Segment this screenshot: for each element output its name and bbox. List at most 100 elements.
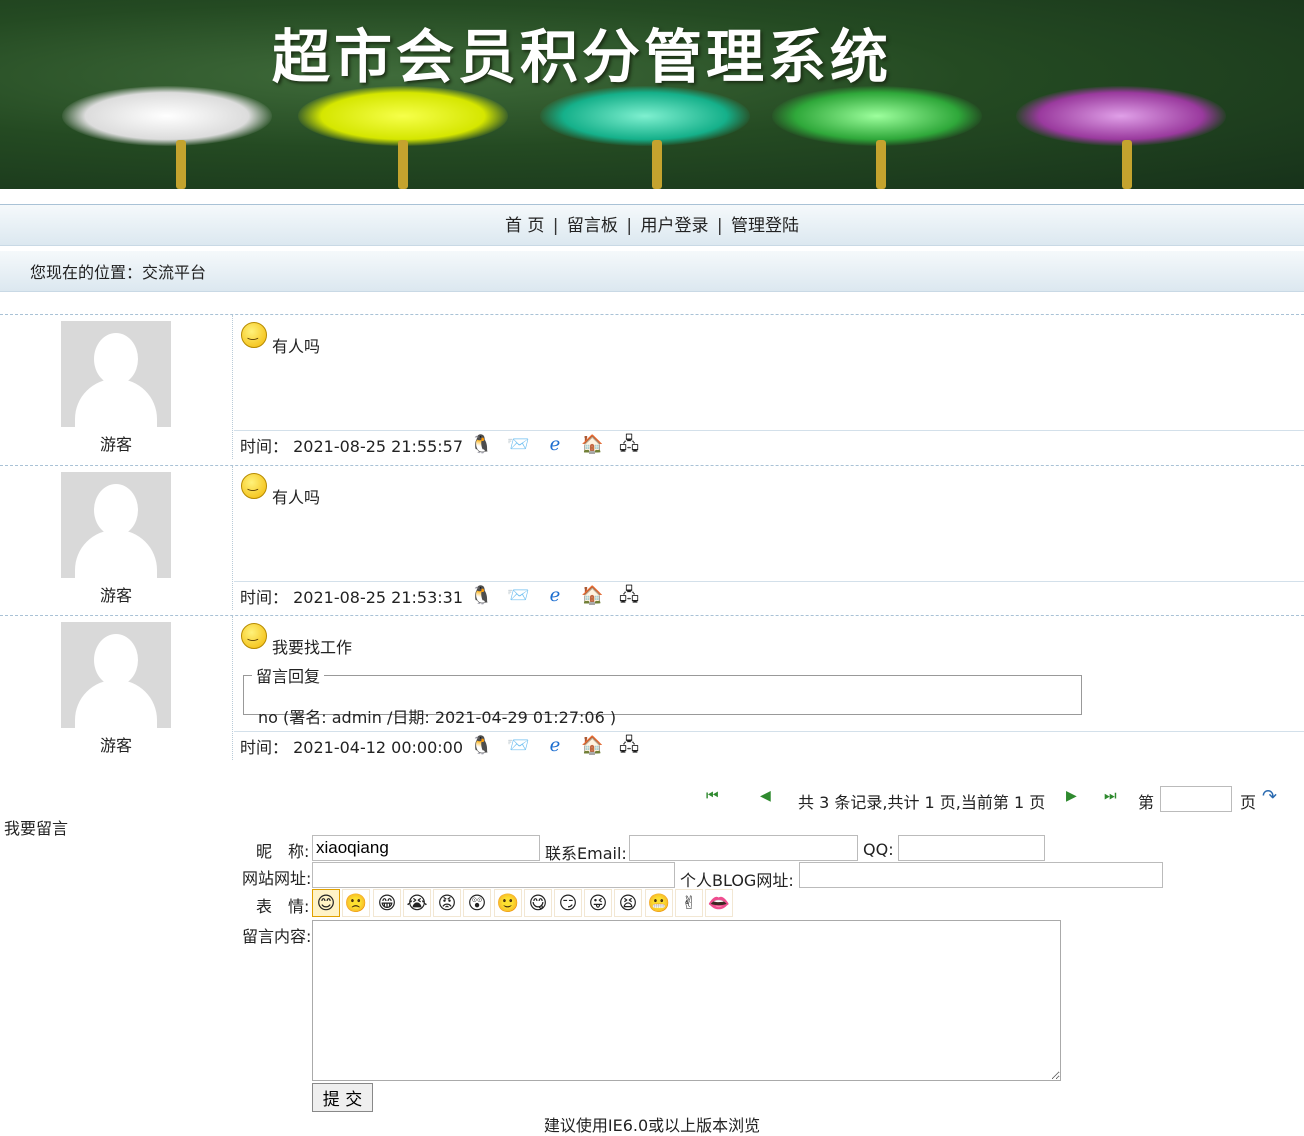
website-input[interactable]	[312, 862, 675, 888]
ie-website-icon[interactable]: ℯ	[544, 585, 566, 607]
breadcrumb: 您现在的位置：交流平台	[0, 251, 1304, 292]
face-wink-icon[interactable]: 😜	[584, 889, 612, 917]
face-yum-icon[interactable]: 😋	[524, 889, 552, 917]
dandelion-yellow-image	[298, 86, 508, 146]
avatar	[61, 321, 171, 427]
stem-image	[652, 140, 662, 189]
network-icon[interactable]: 🖧	[618, 434, 640, 456]
goto-prefix: 第	[1138, 793, 1155, 812]
breadcrumb-text: 您现在的位置：交流平台	[30, 263, 207, 282]
email-input[interactable]	[629, 835, 858, 861]
dandelion-white-image	[62, 86, 272, 146]
page-number-input[interactable]	[1160, 786, 1232, 812]
qq-label: QQ:	[863, 840, 894, 859]
message-author-panel: 游客	[0, 315, 233, 459]
reply-box: 留言回复 no (署名: admin /日期: 2021-04-29 01:27…	[243, 663, 1082, 727]
smile-icon	[241, 623, 267, 649]
qq-input[interactable]	[898, 835, 1045, 861]
nav-separator: |	[552, 216, 559, 236]
home-icon[interactable]: 🏠	[581, 585, 603, 607]
email-icon[interactable]: 📨	[507, 735, 529, 757]
time-label: 时间：	[240, 738, 289, 757]
face-sad-icon[interactable]: 🙁	[342, 889, 370, 917]
face-teeth-icon[interactable]: 😬	[645, 889, 673, 917]
message-content-textarea[interactable]	[312, 920, 1061, 1081]
nav-user-login[interactable]: 用户登录	[640, 216, 708, 236]
time-label: 时间：	[240, 588, 289, 607]
nav-home[interactable]: 首 页	[505, 216, 544, 236]
stem-image	[398, 140, 408, 189]
email-icon[interactable]: 📨	[507, 585, 529, 607]
message-author-panel: 游客	[0, 466, 233, 610]
author-name: 游客	[99, 736, 132, 755]
message-item: 游客 有人吗 时间： 2021-08-25 21:55:57 🐧 📨 ℯ 🏠 🖧	[0, 314, 1304, 459]
reply-text: no (署名: admin /日期: 2021-04-29 01:27:06 )	[258, 708, 617, 727]
face-smile-icon[interactable]: 😊	[312, 889, 340, 917]
victory-hand-icon[interactable]: ✌	[675, 889, 703, 917]
first-page-icon[interactable]: ⏮	[706, 788, 719, 804]
home-icon[interactable]: 🏠	[581, 434, 603, 456]
nickname-label: 昵 称:	[256, 842, 310, 861]
main-nav: 首 页 | 留言板 | 用户登录 | 管理登陆	[0, 204, 1304, 246]
message-time: 2021-08-25 21:55:57	[293, 437, 464, 456]
message-item: 游客 有人吗 时间： 2021-08-25 21:53:31 🐧 📨 ℯ 🏠 🖧	[0, 465, 1304, 610]
leave-message-heading: 我要留言	[4, 819, 69, 838]
prev-page-icon[interactable]: ◀	[760, 788, 771, 804]
content-label: 留言内容:	[242, 927, 312, 946]
face-tired-icon[interactable]: 😫	[614, 889, 642, 917]
network-icon[interactable]: 🖧	[618, 735, 640, 757]
message-footer: 时间： 2021-08-25 21:55:57 🐧 📨 ℯ 🏠 🖧	[234, 430, 1304, 459]
author-name: 游客	[99, 586, 132, 605]
face-grin-icon[interactable]: 😁	[373, 889, 401, 917]
submit-button[interactable]: 提 交	[312, 1083, 373, 1112]
nav-admin-login[interactable]: 管理登陆	[731, 216, 799, 236]
time-label: 时间：	[240, 437, 289, 456]
next-page-icon[interactable]: ▶	[1066, 788, 1077, 804]
message-footer: 时间： 2021-04-12 00:00:00 🐧 📨 ℯ 🏠 🖧	[234, 731, 1304, 760]
dandelion-green-image	[772, 86, 982, 146]
home-icon[interactable]: 🏠	[581, 735, 603, 757]
message-item: 游客 我要找工作 留言回复 no (署名: admin /日期: 2021-04…	[0, 615, 1304, 760]
qq-icon[interactable]: 🐧	[470, 585, 492, 607]
qq-icon[interactable]: 🐧	[470, 735, 492, 757]
blog-input[interactable]	[799, 862, 1163, 888]
face-label: 表 情:	[256, 897, 310, 916]
author-name: 游客	[99, 435, 132, 454]
message-content: 有人吗	[272, 488, 321, 507]
dandelion-teal-image	[540, 86, 750, 146]
website-label: 网站网址:	[242, 869, 312, 888]
ie-website-icon[interactable]: ℯ	[544, 735, 566, 757]
browser-recommendation: 建议使用IE6.0或以上版本浏览	[543, 1116, 761, 1135]
smile-icon	[241, 322, 267, 348]
email-icon[interactable]: 📨	[507, 434, 529, 456]
nickname-input[interactable]	[312, 835, 540, 861]
pager-summary: 共 3 条记录,共计 1 页,当前第 1 页	[798, 793, 1046, 812]
face-angry-icon[interactable]: 😡	[433, 889, 461, 917]
message-time: 2021-08-25 21:53:31	[293, 588, 464, 607]
dandelion-purple-image	[1016, 86, 1226, 146]
qq-icon[interactable]: 🐧	[470, 434, 492, 456]
message-content: 我要找工作	[272, 638, 353, 657]
go-refresh-icon[interactable]: ↷	[1262, 786, 1277, 807]
reply-legend: 留言回复	[256, 667, 321, 686]
ie-website-icon[interactable]: ℯ	[544, 434, 566, 456]
nav-separator: |	[626, 216, 633, 236]
nav-separator: |	[716, 216, 723, 236]
stem-image	[1122, 140, 1132, 189]
avatar	[61, 622, 171, 728]
message-content: 有人吗	[272, 337, 321, 356]
nav-guestbook[interactable]: 留言板	[567, 216, 618, 236]
header-banner: 超市会员积分管理系统	[0, 0, 1304, 189]
lips-icon[interactable]: 👄	[705, 889, 733, 917]
face-smirk-icon[interactable]: 😏	[554, 889, 582, 917]
face-cry-icon[interactable]: 😭	[403, 889, 431, 917]
blog-label: 个人BLOG网址:	[680, 871, 794, 890]
network-icon[interactable]: 🖧	[618, 585, 640, 607]
face-surprised-icon[interactable]: 😲	[463, 889, 491, 917]
last-page-icon[interactable]: ⏭	[1104, 788, 1117, 804]
face-slight-smile-icon[interactable]: 🙂	[494, 889, 522, 917]
avatar	[61, 472, 171, 578]
message-author-panel: 游客	[0, 616, 233, 760]
message-footer: 时间： 2021-08-25 21:53:31 🐧 📨 ℯ 🏠 🖧	[234, 581, 1304, 610]
site-title: 超市会员积分管理系统	[272, 23, 893, 91]
